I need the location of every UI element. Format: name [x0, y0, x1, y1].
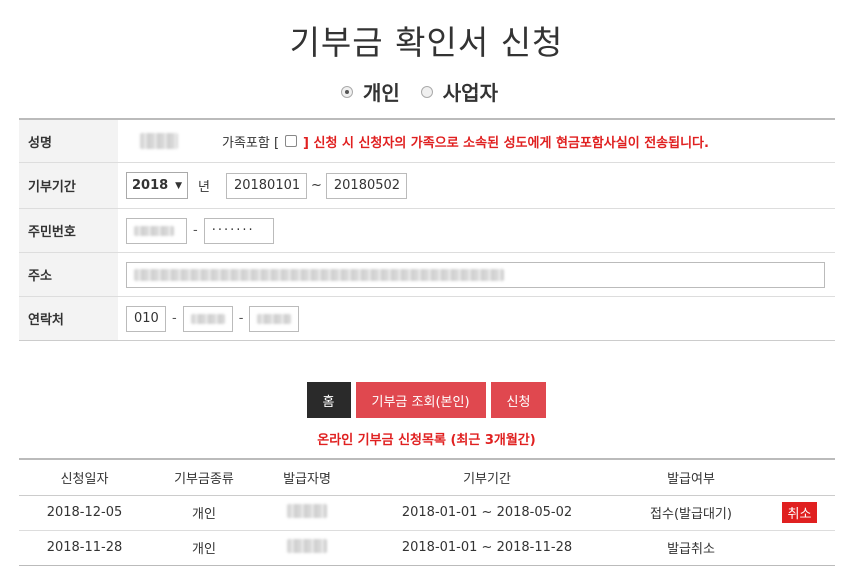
row-issuer — [258, 495, 356, 531]
name-value-redacted — [140, 133, 178, 149]
col-header-kind: 기부금종류 — [150, 458, 258, 496]
phone-middle-input[interactable] — [182, 305, 233, 332]
family-notice-text: ] 신청 시 신청자의 가족으로 소속된 성도에게 현금포함사실이 전송됩니다. — [303, 135, 709, 151]
resident-no-dash: - — [193, 223, 198, 238]
row-period: 2018-01-01 ~ 2018-11-28 — [356, 530, 618, 566]
row-issuer — [258, 530, 356, 566]
page-title: 기부금 확인서 신청 — [289, 23, 564, 62]
phone-label: 연락처 — [19, 297, 118, 340]
row-resident-no: 주민번호 - ······· — [19, 209, 835, 253]
period-to-input[interactable]: 20180502 — [325, 172, 407, 199]
phone-dash-1: - — [172, 311, 177, 326]
row-kind: 개인 — [150, 495, 258, 531]
col-header-issuer: 발급자명 — [258, 458, 356, 496]
family-include-checkbox[interactable] — [285, 135, 298, 147]
row-phone: 연락처 010 - - — [19, 297, 835, 340]
period-from-input[interactable]: 20180101 — [225, 172, 307, 199]
address-input[interactable] — [126, 261, 825, 288]
row-action: 취소 — [764, 495, 835, 531]
resident-no-first-input[interactable] — [126, 217, 187, 244]
application-list-table: 신청일자 기부금종류 발급자명 기부기간 발급여부 2018-12-05 개인 … — [19, 458, 835, 566]
family-include-label: 가족포함 [ — [222, 135, 280, 151]
table-row: 2018-11-28 개인 2018-01-01 ~ 2018-11-28 발급… — [19, 530, 835, 566]
chevron-down-icon: ▼ — [175, 180, 182, 191]
radio-individual-label: 개인 — [363, 81, 400, 105]
year-suffix: 년 — [198, 180, 210, 195]
year-select[interactable]: 2018 ▼ — [126, 172, 188, 199]
row-date: 2018-12-05 — [19, 495, 150, 531]
resident-no-second-input[interactable]: ······· — [203, 217, 274, 244]
row-name: 성명 가족포함 [ ] 신청 시 신청자의 가족으로 소속된 성도에게 현금포함… — [19, 120, 835, 163]
row-period: 기부기간 2018 ▼ 년 20180101 ~ 20180502 — [19, 163, 835, 209]
apply-button[interactable]: 신청 — [490, 382, 547, 418]
donation-lookup-button[interactable]: 기부금 조회(본인) — [355, 382, 486, 418]
applicant-type-group: 개인 사업자 — [0, 77, 853, 106]
address-value-redacted — [134, 268, 504, 281]
col-header-period: 기부기간 — [356, 458, 618, 496]
row-status: 접수(발급대기) — [618, 495, 764, 531]
year-select-value: 2018 — [132, 178, 169, 193]
cancel-button[interactable]: 취소 — [781, 502, 818, 523]
resident-no-label: 주민번호 — [19, 209, 118, 252]
row-action — [764, 530, 835, 566]
row-period: 2018-01-01 ~ 2018-05-02 — [356, 495, 618, 531]
row-address: 주소 — [19, 253, 835, 297]
period-label: 기부기간 — [19, 163, 118, 208]
col-header-status: 발급여부 — [618, 458, 764, 496]
table-row: 2018-12-05 개인 2018-01-01 ~ 2018-05-02 접수… — [19, 495, 835, 531]
action-buttons: 홈 기부금 조회(본인) 신청 — [0, 382, 853, 418]
phone-last-input[interactable] — [249, 305, 300, 332]
row-date: 2018-11-28 — [19, 530, 150, 566]
period-tilde: ~ — [310, 178, 322, 193]
resident-no-first-redacted — [134, 225, 174, 236]
home-button[interactable]: 홈 — [306, 382, 351, 418]
table-header-row: 신청일자 기부금종류 발급자명 기부기간 발급여부 — [19, 458, 835, 496]
name-label: 성명 — [19, 120, 118, 162]
col-header-action — [764, 458, 835, 496]
radio-individual[interactable] — [341, 86, 353, 98]
row-kind: 개인 — [150, 530, 258, 566]
phone-first-input[interactable]: 010 — [126, 305, 166, 332]
radio-business-label: 사업자 — [442, 81, 498, 105]
phone-dash-2: - — [238, 311, 244, 326]
address-label: 주소 — [19, 253, 118, 296]
radio-business[interactable] — [420, 86, 433, 98]
phone-last-redacted — [257, 313, 292, 324]
col-header-date: 신청일자 — [19, 458, 150, 496]
issuer-redacted — [287, 538, 327, 553]
row-status: 발급취소 — [618, 530, 764, 566]
application-form: 성명 가족포함 [ ] 신청 시 신청자의 가족으로 소속된 성도에게 현금포함… — [19, 118, 835, 341]
issuer-redacted — [287, 503, 327, 518]
phone-middle-redacted — [190, 313, 225, 324]
application-list-title: 온라인 기부금 신청목록 (최근 3개월간) — [317, 433, 536, 448]
